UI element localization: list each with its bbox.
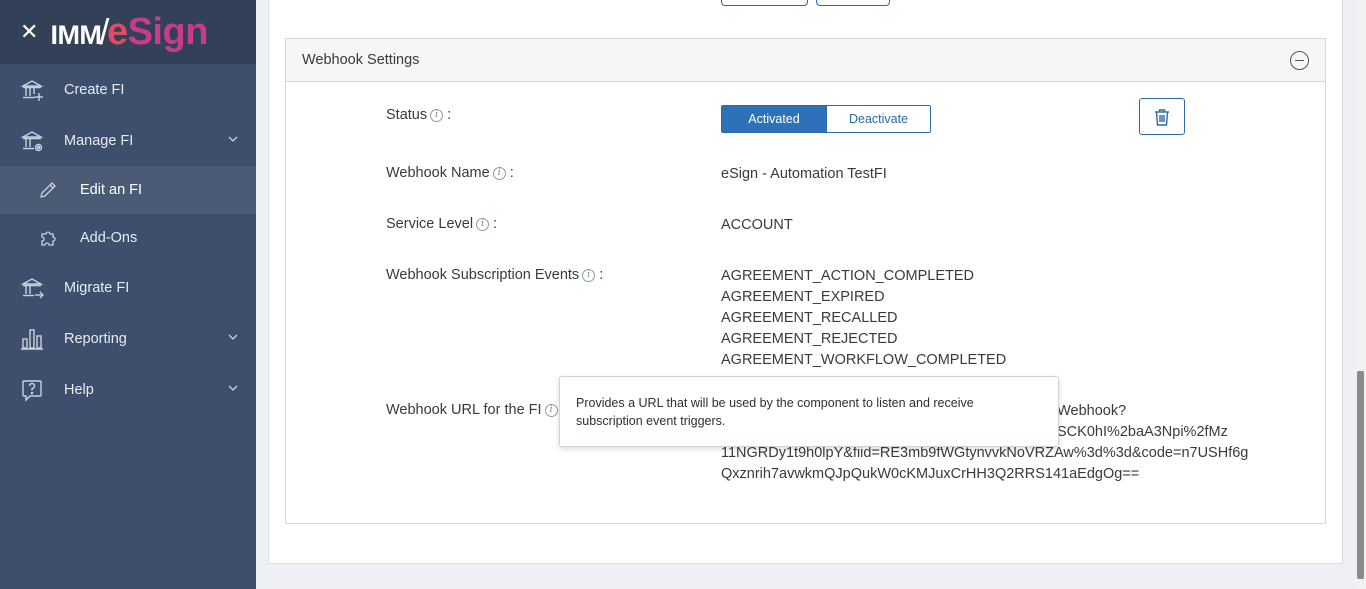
subscription-events-list: AGREEMENT_ACTION_COMPLETED AGREEMENT_EXP… <box>721 266 1006 371</box>
sidebar-item-label: Manage FI <box>64 132 134 149</box>
info-icon[interactable]: i <box>544 403 558 417</box>
sidebar-item-add-ons[interactable]: Add-Ons <box>0 214 256 262</box>
delete-button[interactable] <box>1139 98 1185 135</box>
sidebar-item-create-fi[interactable]: Create FI <box>0 64 256 115</box>
bank-arrow-icon <box>20 276 44 300</box>
sidebar-item-label: Create FI <box>64 81 125 98</box>
webhook-url-label: Webhook URL for the FI i <box>386 402 562 418</box>
service-level-value: ACCOUNT <box>721 217 793 233</box>
close-icon[interactable]: ✕ <box>20 21 38 43</box>
webhook-name-value: eSign - Automation TestFI <box>721 166 887 182</box>
deactivate-button[interactable]: Deactivate <box>826 106 930 132</box>
list-item: AGREEMENT_REJECTED <box>721 331 898 347</box>
panel-title: Webhook Settings <box>302 52 420 68</box>
panel-header[interactable]: Webhook Settings <box>286 39 1325 82</box>
app-logo: IMM / eSign <box>50 10 208 53</box>
bank-gear-icon <box>20 129 44 153</box>
list-item: AGREEMENT_WORKFLOW_COMPLETED <box>721 352 1007 368</box>
trash-icon <box>1155 108 1169 126</box>
scrollbar-thumb[interactable] <box>1357 371 1364 579</box>
webhook-url-line: Qxznrih7avwkmQJpQukW0cKMJuxCrHH3Q2RRS141… <box>721 466 1140 482</box>
question-icon <box>20 378 44 402</box>
list-item: AGREEMENT_EXPIRED <box>721 289 885 305</box>
info-icon[interactable]: i <box>582 268 596 282</box>
sidebar-item-label: Add-Ons <box>80 230 138 246</box>
list-item: AGREEMENT_RECALLED <box>721 310 898 326</box>
info-icon[interactable]: i <box>430 108 444 122</box>
scrollbar[interactable] <box>1355 0 1366 589</box>
sidebar-item-edit-fi[interactable]: Edit an FI <box>0 166 256 214</box>
subscription-events-label: Webhook Subscription Events i: <box>386 267 604 283</box>
top-action-button[interactable] <box>721 0 808 6</box>
webhook-name-label: Webhook Name i: <box>386 165 514 181</box>
sidebar: ✕ IMM / eSign Create FI Manage FI Edit an … <box>0 0 256 589</box>
status-toggle[interactable]: Activated Deactivate <box>721 105 931 133</box>
chevron-down-icon[interactable] <box>228 134 238 144</box>
sidebar-item-label: Migrate FI <box>64 279 130 296</box>
sidebar-item-label: Help <box>64 381 94 398</box>
activated-button[interactable]: Activated <box>722 106 826 132</box>
bar-chart-icon <box>20 327 44 351</box>
sidebar-item-label: Edit an FI <box>80 182 143 198</box>
info-icon[interactable]: i <box>492 166 506 180</box>
sidebar-item-reporting[interactable]: Reporting <box>0 313 256 364</box>
info-icon[interactable]: i <box>476 217 490 231</box>
sidebar-item-manage-fi[interactable]: Manage FI <box>0 115 256 166</box>
webhook-url-line: SCK0hI%2baA3Npi%2fMz <box>1057 424 1228 440</box>
sidebar-item-label: Reporting <box>64 330 127 347</box>
sidebar-item-migrate-fi[interactable]: Migrate FI <box>0 262 256 313</box>
puzzle-icon <box>38 228 58 248</box>
top-action-button[interactable] <box>816 0 890 6</box>
collapse-icon[interactable] <box>1290 51 1309 70</box>
brand-bar: ✕ IMM / eSign <box>0 0 256 64</box>
list-item: AGREEMENT_ACTION_COMPLETED <box>721 268 974 284</box>
service-level-label: Service Level i: <box>386 216 498 232</box>
chevron-down-icon[interactable] <box>228 383 238 393</box>
chevron-down-icon[interactable] <box>228 332 238 342</box>
bank-add-icon <box>20 78 44 102</box>
pencil-icon <box>38 180 58 200</box>
status-label: Status i: <box>386 107 452 123</box>
sidebar-item-help[interactable]: Help <box>0 364 256 415</box>
info-tooltip: Provides a URL that will be used by the … <box>559 376 1059 447</box>
